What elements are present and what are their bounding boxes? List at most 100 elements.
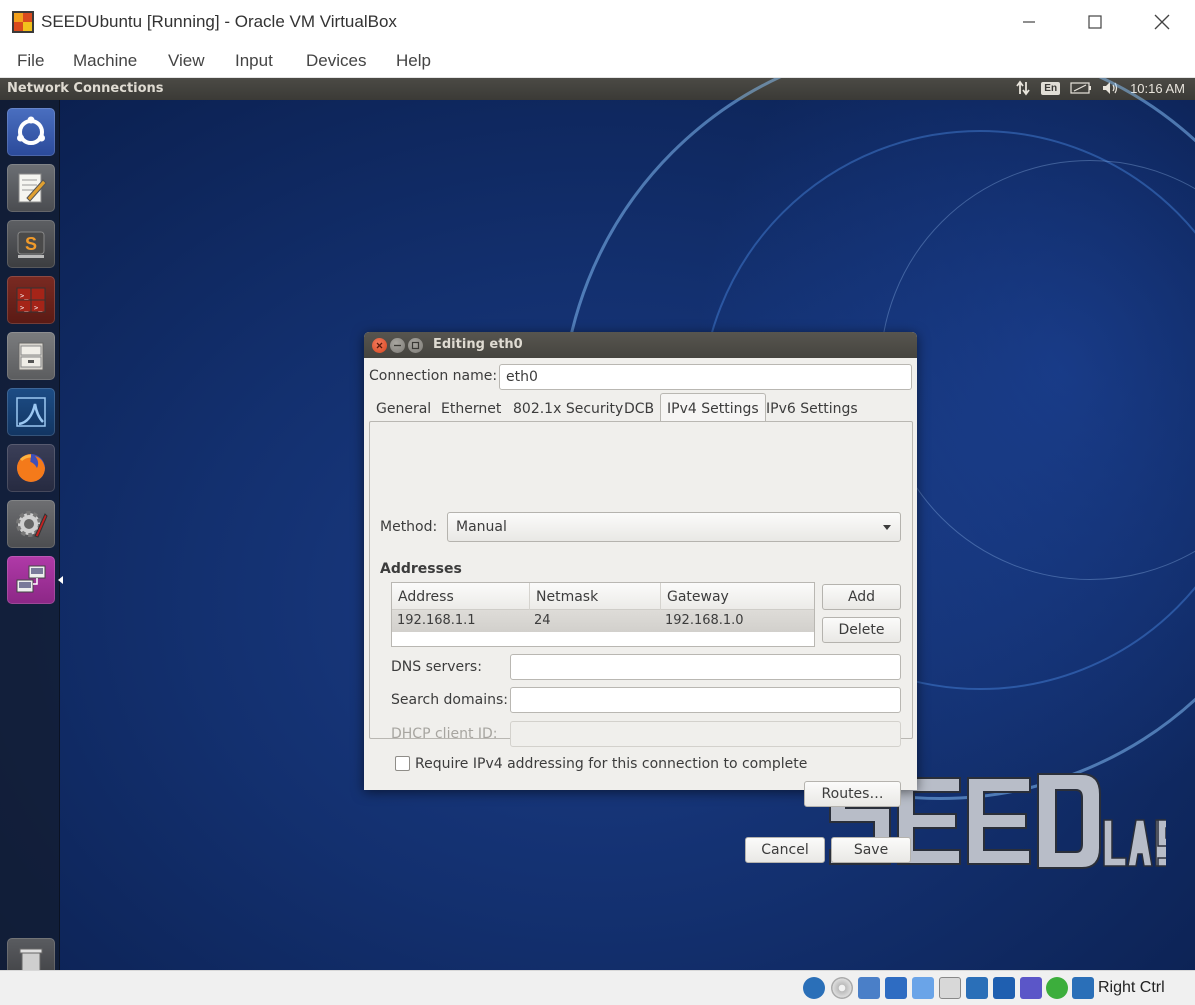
dialog-close-button[interactable] — [372, 338, 387, 353]
text-editor-icon — [18, 173, 47, 203]
shared-folders-status-icon[interactable] — [939, 977, 961, 999]
dialog-title: Editing eth0 — [433, 337, 523, 352]
method-selected-value: Manual — [456, 519, 507, 535]
routes-button[interactable]: Routes… — [804, 781, 901, 807]
dns-servers-input[interactable] — [510, 654, 901, 680]
launcher-item-wireshark[interactable] — [7, 388, 55, 436]
tab-ipv6-settings[interactable]: IPv6 Settings — [766, 396, 858, 422]
dialog-titlebar: Editing eth0 — [364, 332, 917, 358]
menu-input[interactable]: Input — [235, 51, 273, 71]
minimize-button[interactable] — [1014, 8, 1044, 36]
tab-802-1x-security[interactable]: 802.1x Security — [513, 396, 623, 422]
launcher-item-terminal[interactable]: >_ >_ >_ — [7, 276, 55, 324]
guest-screen: Network Connections En 10:16 AM S >_ >_ … — [0, 78, 1195, 970]
hard-disk-status-icon[interactable] — [803, 977, 825, 999]
column-header-gateway[interactable]: Gateway — [661, 583, 814, 610]
cancel-button[interactable]: Cancel — [745, 837, 825, 863]
menu-devices[interactable]: Devices — [306, 51, 366, 71]
launcher-item-firefox[interactable] — [7, 444, 55, 492]
require-ipv4-label[interactable]: Require IPv4 addressing for this connect… — [415, 756, 807, 772]
virtualbox-statusbar: Right Ctrl — [0, 970, 1195, 1005]
minimize-icon — [1023, 21, 1035, 23]
table-row[interactable]: 192.168.1.1 24 192.168.1.0 — [392, 610, 814, 632]
tab-general[interactable]: General — [376, 396, 431, 422]
method-label: Method: — [380, 519, 438, 535]
unity-launcher: S >_ >_ >_ — [0, 100, 63, 970]
menu-file[interactable]: File — [17, 51, 44, 71]
firefox-icon — [17, 454, 45, 482]
close-button[interactable] — [1147, 8, 1177, 36]
add-address-button[interactable]: Add — [822, 584, 901, 610]
launcher-item-text-editor[interactable] — [7, 164, 55, 212]
menu-help[interactable]: Help — [396, 51, 431, 71]
column-header-netmask[interactable]: Netmask — [530, 583, 661, 610]
dhcp-client-id-input — [510, 721, 901, 747]
virtualbox-app-icon — [12, 11, 34, 33]
maximize-button[interactable] — [1080, 8, 1110, 36]
minimize-icon — [394, 344, 401, 347]
addresses-table[interactable]: Address Netmask Gateway 192.168.1.1 24 1… — [391, 582, 815, 647]
cell-netmask[interactable]: 24 — [534, 613, 551, 628]
network-status-icon[interactable] — [885, 977, 907, 999]
maximize-icon — [1088, 15, 1102, 29]
launcher-item-dash[interactable] — [7, 108, 55, 156]
maximize-icon — [411, 341, 420, 350]
cell-address[interactable]: 192.168.1.1 — [397, 613, 476, 628]
sublime-text-icon: S — [17, 231, 45, 258]
launcher-item-trash[interactable] — [7, 938, 55, 970]
active-app-title: Network Connections — [7, 81, 164, 96]
virtualization-status-icon[interactable] — [1020, 977, 1042, 999]
connection-name-label: Connection name: — [369, 368, 498, 384]
delete-address-button[interactable]: Delete — [822, 617, 901, 643]
addresses-heading: Addresses — [380, 561, 462, 577]
require-ipv4-checkbox[interactable] — [395, 756, 410, 771]
dropdown-arrow-icon — [883, 525, 891, 530]
terminal-icon: >_ >_ >_ — [16, 287, 46, 313]
launcher-item-files[interactable] — [7, 332, 55, 380]
tab-ipv4-settings[interactable]: IPv4 Settings — [660, 393, 766, 423]
save-button[interactable]: Save — [831, 837, 911, 863]
host-window-title: SEEDUbuntu [Running] - Oracle VM Virtual… — [41, 12, 397, 31]
launcher-item-network-connections[interactable] — [7, 556, 55, 604]
active-launcher-indicator — [58, 576, 63, 584]
menu-view[interactable]: View — [168, 51, 205, 71]
mouse-integration-status-icon[interactable] — [1046, 977, 1068, 999]
host-key-label: Right Ctrl — [1098, 979, 1165, 996]
clock[interactable]: 10:16 AM — [1130, 81, 1185, 96]
search-domains-input[interactable] — [510, 687, 901, 713]
video-capture-status-icon[interactable] — [993, 977, 1015, 999]
tab-ethernet[interactable]: Ethernet — [441, 396, 501, 422]
dns-servers-label: DNS servers: — [391, 659, 482, 675]
menu-machine[interactable]: Machine — [73, 51, 137, 71]
method-dropdown[interactable]: Manual — [447, 512, 901, 542]
launcher-item-system-settings[interactable] — [7, 500, 55, 548]
optical-drive-status-icon[interactable] — [831, 977, 853, 999]
host-menubar: File Machine View Input Devices Help — [0, 44, 1195, 78]
column-header-address[interactable]: Address — [392, 583, 530, 610]
dialog-minimize-button[interactable] — [390, 338, 405, 353]
host-titlebar: SEEDUbuntu [Running] - Oracle VM Virtual… — [0, 0, 1195, 44]
tab-dcb[interactable]: DCB — [624, 396, 654, 422]
audio-status-icon[interactable] — [858, 977, 880, 999]
svg-text:>_: >_ — [34, 304, 43, 312]
editing-connection-dialog: Editing eth0 Connection name: eth0 Gener… — [364, 332, 917, 863]
launcher-item-sublime[interactable]: S — [7, 220, 55, 268]
dhcp-client-id-label: DHCP client ID: — [391, 726, 498, 742]
addresses-table-header: Address Netmask Gateway — [392, 583, 814, 610]
display-status-icon[interactable] — [966, 977, 988, 999]
settings-tabs: General Ethernet 802.1x Security DCB IPv… — [370, 393, 911, 423]
files-cabinet-icon — [18, 342, 44, 371]
dialog-maximize-button[interactable] — [408, 338, 423, 353]
usb-status-icon[interactable] — [912, 977, 934, 999]
system-settings-gear-icon — [16, 511, 48, 538]
keyboard-capture-status-icon[interactable] — [1072, 977, 1094, 999]
connection-name-input[interactable]: eth0 — [499, 364, 912, 390]
trash-icon — [19, 948, 43, 970]
close-icon — [1154, 14, 1170, 30]
ubuntu-logo-icon — [17, 116, 45, 145]
search-domains-label: Search domains: — [391, 692, 508, 708]
svg-text:>_: >_ — [20, 292, 29, 300]
wireshark-fin-icon — [16, 397, 46, 427]
network-connections-icon — [16, 565, 46, 593]
cell-gateway[interactable]: 192.168.1.0 — [665, 613, 744, 628]
